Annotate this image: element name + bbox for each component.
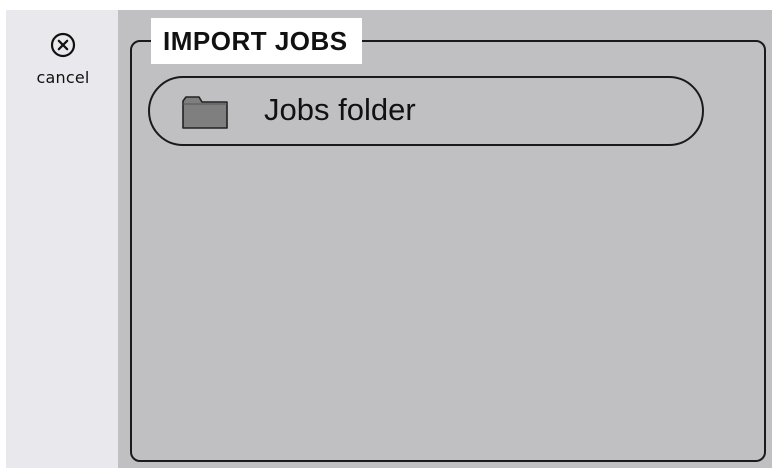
folder-icon: [182, 96, 228, 129]
sidebar: cancel: [6, 10, 118, 468]
import-jobs-screen: cancel IMPORT JOBS Jobs folder: [6, 10, 772, 468]
cancel-label: cancel: [36, 68, 90, 87]
cancel-button[interactable]: cancel: [20, 32, 106, 98]
panel-title: IMPORT JOBS: [151, 18, 362, 64]
folder-label: Jobs folder: [264, 92, 416, 127]
jobs-folder-item[interactable]: Jobs folder: [148, 76, 704, 146]
circle-x-icon: [50, 32, 76, 58]
